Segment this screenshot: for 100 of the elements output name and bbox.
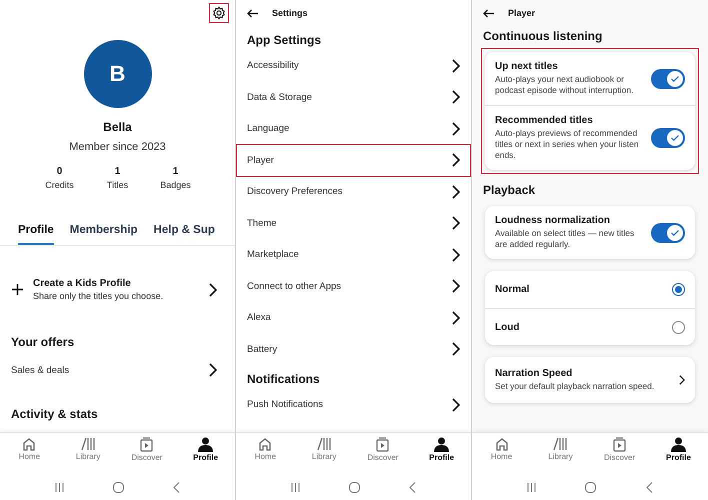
stat-label: Credits [44, 180, 75, 190]
settings-row[interactable]: Connect to other Apps [237, 270, 470, 302]
settings-row[interactable]: Alexa [237, 302, 470, 334]
radio-button[interactable] [672, 320, 685, 334]
section-heading: Your offers [10, 335, 76, 349]
chevron-right-icon [452, 310, 460, 325]
person-icon [198, 437, 214, 452]
toggle-switch[interactable] [651, 68, 685, 89]
avatar: B [84, 40, 152, 108]
section-tab[interactable]: Profile [18, 224, 54, 245]
settings-card[interactable]: Narration Speed Set your default playback narration speed. [485, 357, 695, 404]
option-description: Set your default playback narration speed. [495, 381, 655, 392]
settings-row[interactable]: Discovery Preferences [237, 176, 470, 208]
option-description: Auto-plays previews of recommended titles or next in series when your listen ends. [495, 128, 640, 162]
chevron-right-icon [452, 184, 460, 199]
nav-tab[interactable]: Discover [118, 433, 176, 475]
stat-label: Badges [159, 180, 192, 190]
chevron-right-icon [452, 216, 460, 230]
nav-tab[interactable]: Discover [354, 433, 412, 475]
chevron-right-icon [452, 398, 460, 412]
chevron-right-icon [209, 363, 217, 377]
chevron-right-icon [452, 248, 460, 262]
nav-tab[interactable]: Home [472, 433, 531, 475]
check-icon [671, 135, 679, 142]
back-icon[interactable] [646, 482, 654, 493]
section-tab[interactable]: Membership [70, 224, 138, 245]
chevron-right-icon [452, 58, 460, 73]
nav-tab[interactable]: Library [58, 433, 118, 475]
section-heading: Activity & stats [10, 407, 99, 421]
home-icon [258, 437, 272, 451]
settings-row[interactable]: Marketplace [237, 239, 470, 270]
play-square-icon [613, 437, 626, 452]
toggle-switch[interactable] [651, 222, 685, 243]
chevron-right-icon [452, 153, 460, 168]
settings-row[interactable]: Data & Storage [237, 82, 470, 113]
screen-title: Player [508, 8, 536, 18]
section-tab[interactable]: Help & Sup [154, 224, 215, 245]
person-icon [671, 437, 686, 452]
kids-profile-title[interactable]: Create a Kids Profile [33, 278, 199, 289]
nav-tab[interactable]: Library [294, 433, 354, 475]
home-icon [494, 437, 508, 451]
back-icon[interactable] [409, 482, 416, 493]
option-title: Loudness normalization [495, 215, 612, 226]
settings-row[interactable]: Push Notifications [237, 389, 470, 420]
offers-item[interactable]: Sales & deals [11, 364, 70, 376]
library-icon [553, 437, 568, 451]
recent-apps-icon[interactable] [54, 483, 64, 492]
recent-apps-icon[interactable] [526, 483, 536, 492]
stat-value: 0 [56, 166, 64, 177]
user-name: Bella [102, 120, 133, 134]
nav-tab[interactable]: Home [236, 433, 295, 475]
chevron-right-icon [452, 122, 460, 136]
check-icon [671, 76, 679, 82]
library-icon [80, 437, 96, 451]
member-since-text: Member since 2023 [68, 141, 167, 153]
screen-title: Settings [272, 8, 308, 18]
radio-button[interactable] [672, 283, 685, 296]
nav-tab[interactable]: Discover [590, 433, 649, 475]
chevron-right-icon [679, 375, 685, 386]
stat-value: 1 [172, 166, 180, 177]
radio-label[interactable]: Normal [495, 284, 664, 296]
home-icon [22, 437, 36, 451]
kids-profile-subtitle: Share only the titles you choose. [33, 291, 164, 301]
option-title: Narration Speed [495, 368, 574, 380]
settings-row[interactable]: Language [237, 113, 470, 144]
settings-row[interactable]: Battery [237, 334, 470, 365]
nav-tab[interactable]: Profile [649, 433, 708, 475]
chevron-right-icon [452, 279, 460, 294]
chevron-right-icon [452, 90, 460, 104]
settings-row[interactable]: Player [237, 144, 470, 176]
check-icon [671, 230, 679, 236]
radio-label[interactable]: Loud [495, 322, 664, 333]
settings-button[interactable] [209, 3, 229, 23]
stat-label: Titles [106, 180, 130, 190]
option-title: Up next titles [495, 61, 559, 72]
play-square-icon [140, 437, 154, 452]
chevron-right-icon [209, 282, 217, 296]
option-description: Available on select titles — new titles are added regularly. [495, 228, 636, 250]
back-arrow-icon[interactable] [247, 8, 258, 18]
option-description: Auto-plays your next audiobook or podcast episode without interruption. [495, 74, 634, 96]
back-arrow-icon[interactable] [483, 8, 494, 18]
settings-icon [212, 6, 226, 20]
plus-icon [12, 284, 23, 295]
settings-row[interactable]: Accessibility [237, 50, 470, 82]
library-icon [316, 437, 332, 451]
nav-tab[interactable]: Library [531, 433, 590, 475]
nav-tab[interactable]: Profile [176, 433, 235, 475]
section-heading: Playback [482, 183, 536, 198]
settings-row[interactable]: Theme [237, 208, 470, 239]
play-square-icon [376, 437, 390, 452]
option-title: Recommended titles [495, 115, 594, 126]
section-heading: Notifications [246, 372, 321, 386]
section-heading: App Settings [246, 33, 322, 47]
toggle-switch[interactable] [651, 128, 685, 148]
chevron-right-icon [452, 342, 460, 356]
back-icon[interactable] [173, 482, 180, 493]
stat-value: 1 [114, 166, 122, 177]
nav-tab[interactable]: Home [0, 433, 59, 475]
nav-tab[interactable]: Profile [412, 433, 471, 475]
recent-apps-icon[interactable] [290, 483, 300, 492]
